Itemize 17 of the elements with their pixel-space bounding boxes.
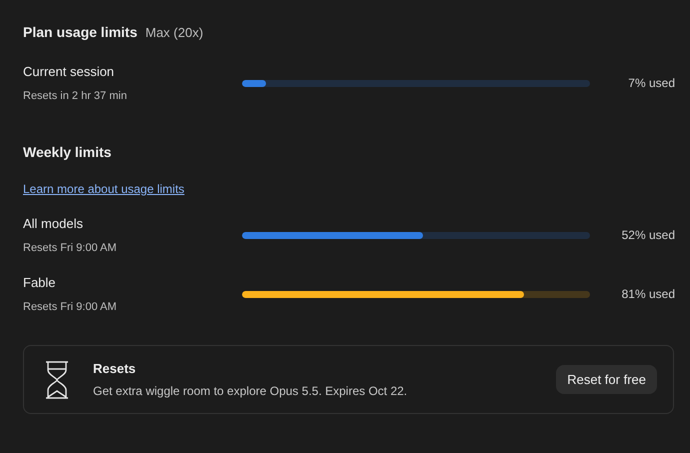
limit-name: Current session <box>23 63 116 81</box>
hourglass-icon <box>44 360 70 398</box>
limit-name: Fable <box>23 274 57 292</box>
section-title: Weekly limits <box>23 143 112 162</box>
reset-time: Resets Fri 9:00 AM <box>23 240 118 256</box>
reset-time: Resets Fri 9:00 AM <box>23 300 118 314</box>
usage-percent: 7% used <box>628 75 675 92</box>
limit-name: All models <box>23 215 84 233</box>
usage-percent: 52% used <box>622 227 675 244</box>
usage-percent: 81% used <box>622 286 675 303</box>
section-title: Plan usage limits <box>23 23 138 42</box>
card-description: Get extra wiggle room to explore Opus 5.5. Expires Oct 22. <box>93 382 408 400</box>
plan-label: Max (20x) <box>145 24 204 42</box>
reset-button[interactable]: Reset for free <box>556 365 657 394</box>
reset-time: Resets in 2 hr 37 min <box>23 88 128 104</box>
usage-limits-link[interactable]: Learn more about usage limits <box>23 180 184 198</box>
card-title: Resets <box>93 360 137 378</box>
